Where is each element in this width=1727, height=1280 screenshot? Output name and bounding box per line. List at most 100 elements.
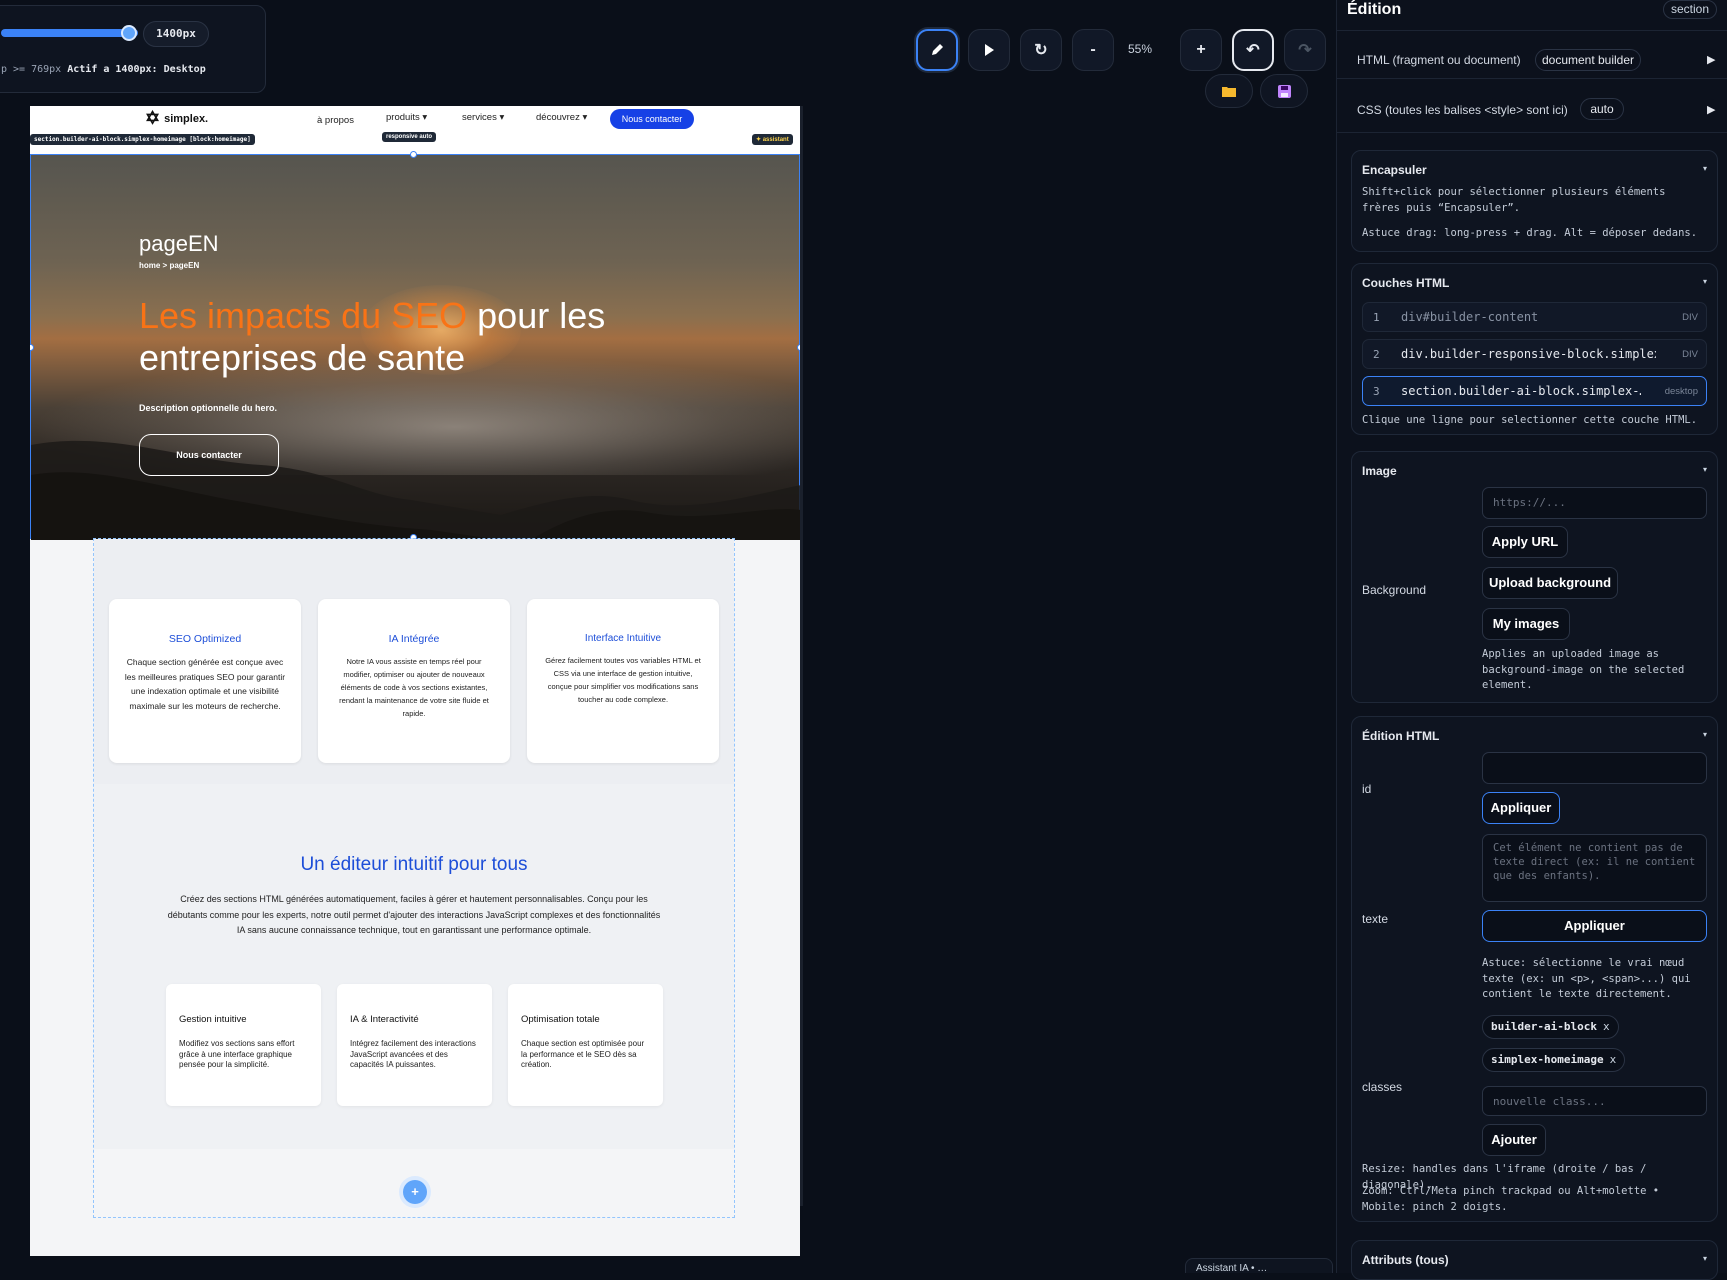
image-url-input[interactable]: https://... xyxy=(1482,487,1707,519)
encapsuler-title[interactable]: Encapsuler xyxy=(1362,163,1427,177)
layer-row[interactable]: 2 div.builder-responsive-block.simplex… … xyxy=(1362,339,1707,369)
hero-headline: Les impacts du SEO pour les entreprises … xyxy=(139,295,699,379)
open-file-button[interactable] xyxy=(1205,74,1253,108)
floppy-disk-icon xyxy=(1277,84,1291,98)
attributes-card: Attributs (tous) ▾ xyxy=(1351,1240,1718,1280)
viewport-slider-handle[interactable] xyxy=(121,25,137,41)
editor-card[interactable]: Gestion intuitive Modifiez vos sections … xyxy=(166,984,321,1106)
viewport-slider-track[interactable] xyxy=(1,29,138,37)
edit-panel: Édition section HTML (fragment ou docume… xyxy=(1336,0,1727,1280)
divider xyxy=(1337,30,1727,31)
site-logo[interactable]: ✡ simplex. xyxy=(145,108,208,129)
reload-button[interactable]: ↻ xyxy=(1020,29,1062,71)
layer-name: section.builder-ai-block.simplex-… xyxy=(1401,384,1641,398)
breakpoint-prefix: p >= 769px xyxy=(1,64,62,75)
hero-contact-button[interactable]: Nous contacter xyxy=(139,434,279,476)
collapse-icon[interactable]: ▾ xyxy=(1703,465,1707,474)
apply-text-button[interactable]: Appliquer xyxy=(1482,910,1707,942)
my-images-button[interactable]: My images xyxy=(1482,608,1570,640)
hero-section[interactable]: pageEN home > pageEN Les impacts du SEO … xyxy=(30,151,800,541)
layer-row-selected[interactable]: 3 section.builder-ai-block.simplex-… des… xyxy=(1362,376,1707,406)
add-class-button[interactable]: Ajouter xyxy=(1482,1124,1546,1156)
logo-text: simplex. xyxy=(164,112,209,125)
expand-html-icon[interactable]: ▶ xyxy=(1707,53,1715,66)
layers-title[interactable]: Couches HTML xyxy=(1362,276,1449,290)
pencil-icon xyxy=(932,44,943,55)
text-tip: Astuce: sélectionne le vrai nœud texte (… xyxy=(1482,957,1691,1000)
nav-link-services[interactable]: services ▾ xyxy=(462,112,504,123)
site-navbar: ✡ simplex. à propos produits ▾ services … xyxy=(30,106,800,154)
text-label: texte xyxy=(1362,912,1389,926)
html-mode-chip[interactable]: document builder xyxy=(1535,49,1641,71)
nav-link-discover[interactable]: découvrez ▾ xyxy=(536,112,587,123)
canvas-scrollbar[interactable] xyxy=(800,106,803,1206)
layers-hint: Clique une ligne pour selectionner cette… xyxy=(1362,414,1698,426)
remove-class-icon[interactable]: x xyxy=(1603,1020,1610,1033)
editor-card-title: IA & Interactivité xyxy=(350,1014,419,1025)
save-button[interactable] xyxy=(1260,74,1308,108)
undo-button[interactable]: ↶ xyxy=(1232,29,1274,71)
feature-card[interactable]: Interface Intuitive Gérez facilement tou… xyxy=(527,599,719,763)
layer-kind: desktop xyxy=(1664,386,1698,397)
attributes-title[interactable]: Attributs (tous) xyxy=(1362,1253,1449,1267)
panel-title: Édition xyxy=(1347,1,1402,18)
image-title[interactable]: Image xyxy=(1362,464,1397,478)
features-section[interactable]: SEO Optimized Chaque section générée est… xyxy=(94,539,734,784)
selected-element-badge: section xyxy=(1663,0,1717,19)
feature-text: Gérez facilement toutes vos variables HT… xyxy=(545,656,701,704)
expand-css-icon[interactable]: ▶ xyxy=(1707,103,1715,116)
collapse-icon[interactable]: ▾ xyxy=(1703,730,1707,739)
hero-headline-accent: Les impacts du SEO xyxy=(139,295,468,336)
layer-row[interactable]: 1 div#builder-content DIV xyxy=(1362,302,1707,332)
viewport-size-panel: 1400px p >= 769px Actif a 1400px: Deskto… xyxy=(0,5,266,93)
apply-id-button[interactable]: Appliquer xyxy=(1482,792,1560,824)
assistant-toggle-button[interactable]: Assistant IA • … xyxy=(1185,1258,1333,1273)
upload-background-button[interactable]: Upload background xyxy=(1482,567,1618,599)
nav-link-about[interactable]: à propos xyxy=(317,115,354,126)
apply-url-button[interactable]: Apply URL xyxy=(1482,526,1568,558)
collapse-icon[interactable]: ▾ xyxy=(1703,164,1707,173)
selected-section-tag: section.builder-ai-block.simplex-homeima… xyxy=(30,134,255,145)
layer-index: 1 xyxy=(1373,311,1380,324)
hero-description: Description optionnelle du hero. xyxy=(139,403,278,413)
page-preview-canvas[interactable]: ✡ simplex. à propos produits ▾ services … xyxy=(30,106,800,1256)
preview-button[interactable] xyxy=(968,29,1010,71)
resize-handle-left[interactable] xyxy=(30,344,34,351)
nav-contact-button[interactable]: Nous contacter xyxy=(610,109,694,129)
nav-link-products[interactable]: produits ▾ xyxy=(386,112,427,123)
resize-handle-top[interactable] xyxy=(410,151,417,158)
zoom-out-button[interactable]: - xyxy=(1072,29,1114,71)
zoom-in-button[interactable]: + xyxy=(1180,29,1222,71)
feature-card[interactable]: IA Intégrée Notre IA vous assiste en tem… xyxy=(318,599,510,763)
assistant-tag[interactable]: ✦ assistant xyxy=(752,134,793,145)
new-class-input[interactable]: nouvelle class... xyxy=(1482,1086,1707,1116)
editor-card[interactable]: Optimisation totale Chaque section est o… xyxy=(508,984,663,1106)
class-chip[interactable]: simplex-homeimage x xyxy=(1482,1048,1626,1072)
css-mode-chip[interactable]: auto xyxy=(1580,98,1624,120)
collapse-icon[interactable]: ▾ xyxy=(1703,277,1707,286)
feature-text: Chaque section générée est conçue avec l… xyxy=(124,657,286,711)
editor-title: Un éditeur intuitif pour tous xyxy=(300,854,528,875)
encapsuler-help: Shift+click pour sélectionner plusieurs … xyxy=(1362,186,1666,214)
html-row-label[interactable]: HTML (fragment ou document) xyxy=(1357,53,1521,67)
editor-card[interactable]: IA & Interactivité Intégrez facilement d… xyxy=(337,984,492,1106)
edit-mode-button[interactable] xyxy=(916,29,958,71)
remove-class-icon[interactable]: x xyxy=(1610,1053,1617,1066)
id-input[interactable] xyxy=(1482,752,1707,784)
collapse-icon[interactable]: ▾ xyxy=(1703,1254,1707,1263)
editor-section[interactable]: Un éditeur intuitif pour tous Créez des … xyxy=(94,784,734,1149)
feature-card[interactable]: SEO Optimized Chaque section générée est… xyxy=(109,599,301,763)
feature-title: IA Intégrée xyxy=(388,633,440,645)
redo-button[interactable]: ↷ xyxy=(1284,29,1326,71)
layer-name: div#builder-content xyxy=(1401,310,1539,324)
class-chip[interactable]: builder-ai-block x xyxy=(1482,1015,1619,1039)
folder-icon xyxy=(1222,87,1236,97)
redo-icon: ↷ xyxy=(1298,42,1312,59)
feature-text: Notre IA vous assiste en temps réel pour… xyxy=(339,657,489,718)
css-row-label[interactable]: CSS (toutes les balises <style> sont ici… xyxy=(1357,103,1568,117)
editor-card-text: Chaque section est optimisée pour la per… xyxy=(521,1039,645,1069)
text-textarea[interactable]: Cet élément ne contient pas de texte dir… xyxy=(1482,834,1707,902)
responsive-tag[interactable]: responsive auto xyxy=(382,132,437,142)
edit-html-title[interactable]: Édition HTML xyxy=(1362,729,1439,743)
add-section-button[interactable]: + xyxy=(403,1180,427,1204)
